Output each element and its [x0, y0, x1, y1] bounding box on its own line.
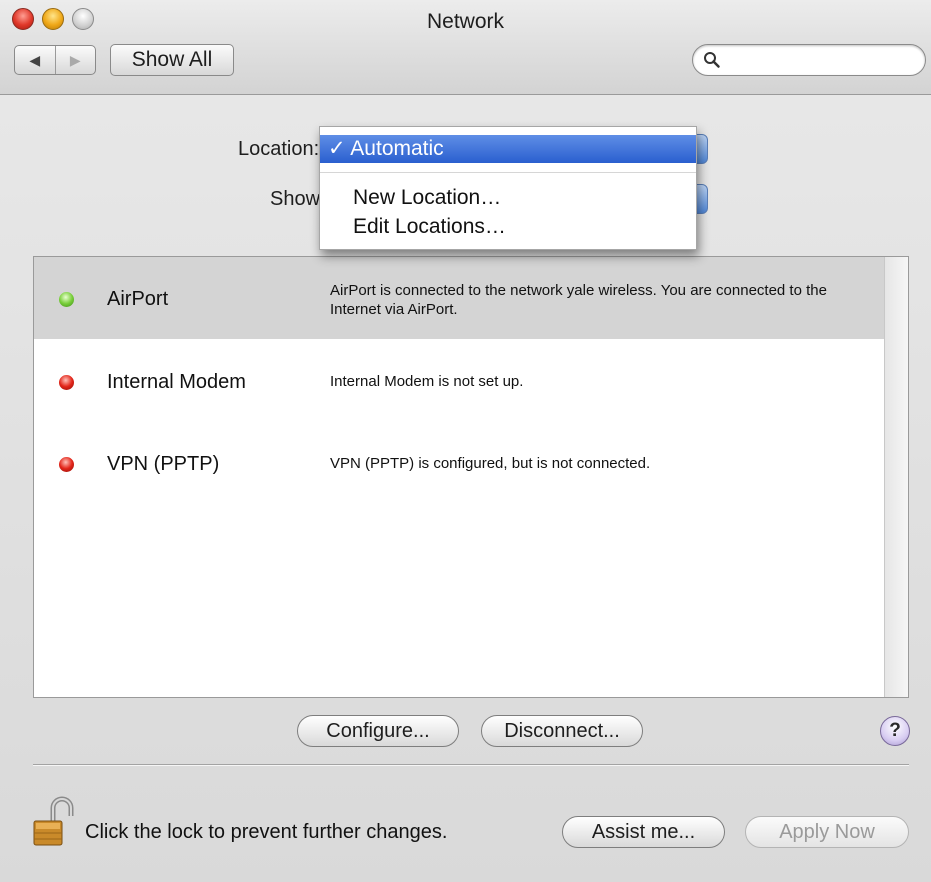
back-forward-control: ◀ ▶ — [14, 45, 96, 75]
menu-separator — [320, 172, 696, 173]
location-menu: ✓ Automatic New Location… Edit Locations… — [319, 126, 697, 250]
help-button[interactable]: ? — [880, 716, 910, 746]
window-title: Network — [426, 10, 505, 33]
list-scrollbar[interactable] — [884, 257, 908, 697]
show-all-button[interactable]: Show All — [110, 44, 234, 76]
service-row-airport[interactable]: AirPort AirPort is connected to the netw… — [34, 257, 885, 339]
location-label: Location: — [238, 138, 320, 160]
apply-now-button[interactable]: Apply Now — [745, 816, 909, 848]
service-description: AirPort is connected to the network yale… — [330, 282, 827, 318]
service-name: AirPort — [107, 288, 169, 310]
forward-arrow-icon[interactable]: ▶ — [54, 46, 96, 74]
footer-divider — [33, 764, 909, 766]
disconnect-button[interactable]: Disconnect... — [481, 715, 643, 747]
service-name: Internal Modem — [107, 371, 246, 393]
status-not-connected-icon — [59, 457, 74, 472]
toolbar: Network ◀ ▶ Show All — [0, 0, 931, 95]
checkmark-icon: ✓ — [328, 137, 346, 160]
service-name: VPN (PPTP) — [107, 453, 220, 475]
service-row-vpn-pptp[interactable]: VPN (PPTP) VPN (PPTP) is configured, but… — [34, 421, 885, 503]
back-arrow-icon[interactable]: ◀ — [15, 46, 55, 74]
menu-item-label: Automatic — [350, 137, 444, 160]
network-preferences-window: Network ◀ ▶ Show All Location: Show: ✓ A… — [0, 0, 931, 882]
service-row-internal-modem[interactable]: Internal Modem Internal Modem is not set… — [34, 339, 885, 421]
status-connected-icon — [59, 292, 74, 307]
services-list: AirPort AirPort is connected to the netw… — [33, 256, 909, 698]
service-description: Internal Modem is not set up. — [330, 373, 524, 390]
service-description: VPN (PPTP) is configured, but is not con… — [330, 455, 651, 472]
configure-button[interactable]: Configure... — [297, 715, 459, 747]
menu-item-automatic[interactable]: ✓ Automatic — [320, 135, 696, 163]
search-icon — [704, 52, 720, 68]
menu-item-edit-locations[interactable]: Edit Locations… — [320, 213, 696, 241]
show-label: Show: — [270, 188, 326, 210]
assist-me-button[interactable]: Assist me... — [562, 816, 725, 848]
lock-open-icon[interactable] — [31, 796, 75, 848]
menu-item-new-location[interactable]: New Location… — [320, 184, 696, 212]
status-not-connected-icon — [59, 375, 74, 390]
search-field[interactable] — [692, 44, 926, 76]
search-input[interactable] — [727, 49, 911, 71]
lock-message: Click the lock to prevent further change… — [85, 821, 448, 843]
